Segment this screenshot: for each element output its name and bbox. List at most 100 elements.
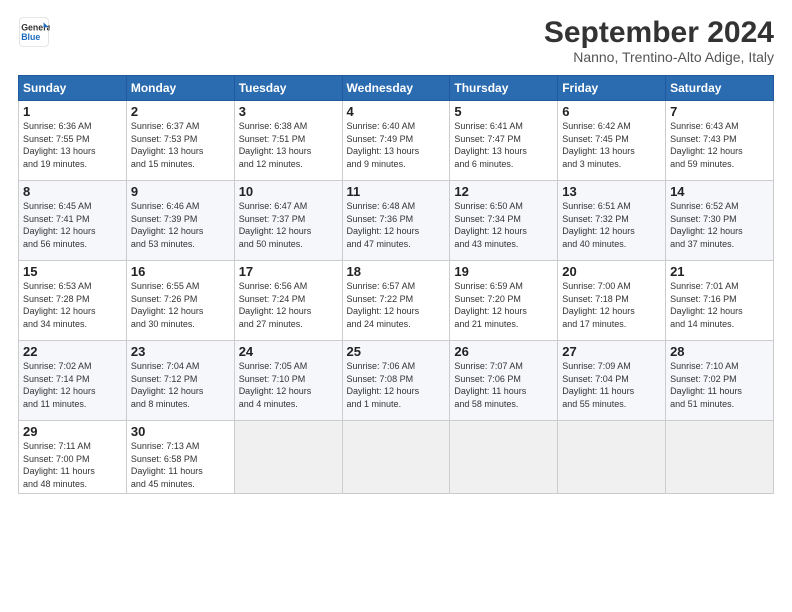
calendar-cell <box>558 421 666 494</box>
cell-info: Sunrise: 7:09 AM Sunset: 7:04 PM Dayligh… <box>562 360 661 410</box>
calendar-cell: 8Sunrise: 6:45 AM Sunset: 7:41 PM Daylig… <box>19 181 127 261</box>
day-number: 22 <box>23 344 122 359</box>
day-number: 3 <box>239 104 338 119</box>
header-row: Sunday Monday Tuesday Wednesday Thursday… <box>19 76 774 101</box>
cell-info: Sunrise: 6:50 AM Sunset: 7:34 PM Dayligh… <box>454 200 553 250</box>
day-number: 17 <box>239 264 338 279</box>
month-title: September 2024 <box>544 16 774 49</box>
day-number: 14 <box>670 184 769 199</box>
cell-info: Sunrise: 6:59 AM Sunset: 7:20 PM Dayligh… <box>454 280 553 330</box>
day-number: 2 <box>131 104 230 119</box>
calendar-cell: 21Sunrise: 7:01 AM Sunset: 7:16 PM Dayli… <box>666 261 774 341</box>
cell-info: Sunrise: 7:10 AM Sunset: 7:02 PM Dayligh… <box>670 360 769 410</box>
location: Nanno, Trentino-Alto Adige, Italy <box>544 49 774 65</box>
cell-info: Sunrise: 6:40 AM Sunset: 7:49 PM Dayligh… <box>347 120 446 170</box>
calendar-cell: 10Sunrise: 6:47 AM Sunset: 7:37 PM Dayli… <box>234 181 342 261</box>
day-number: 26 <box>454 344 553 359</box>
calendar-cell: 4Sunrise: 6:40 AM Sunset: 7:49 PM Daylig… <box>342 101 450 181</box>
calendar-cell <box>342 421 450 494</box>
calendar-cell: 24Sunrise: 7:05 AM Sunset: 7:10 PM Dayli… <box>234 341 342 421</box>
calendar-cell <box>666 421 774 494</box>
calendar-cell <box>234 421 342 494</box>
calendar-cell: 15Sunrise: 6:53 AM Sunset: 7:28 PM Dayli… <box>19 261 127 341</box>
cell-info: Sunrise: 7:01 AM Sunset: 7:16 PM Dayligh… <box>670 280 769 330</box>
svg-text:General: General <box>21 22 50 32</box>
day-number: 7 <box>670 104 769 119</box>
cell-info: Sunrise: 7:02 AM Sunset: 7:14 PM Dayligh… <box>23 360 122 410</box>
day-number: 12 <box>454 184 553 199</box>
day-number: 29 <box>23 424 122 439</box>
week-row: 1Sunrise: 6:36 AM Sunset: 7:55 PM Daylig… <box>19 101 774 181</box>
day-number: 4 <box>347 104 446 119</box>
day-number: 8 <box>23 184 122 199</box>
day-number: 28 <box>670 344 769 359</box>
day-number: 25 <box>347 344 446 359</box>
cell-info: Sunrise: 6:42 AM Sunset: 7:45 PM Dayligh… <box>562 120 661 170</box>
cell-info: Sunrise: 7:11 AM Sunset: 7:00 PM Dayligh… <box>23 440 122 490</box>
cell-info: Sunrise: 6:43 AM Sunset: 7:43 PM Dayligh… <box>670 120 769 170</box>
calendar-cell: 19Sunrise: 6:59 AM Sunset: 7:20 PM Dayli… <box>450 261 558 341</box>
calendar-cell: 29Sunrise: 7:11 AM Sunset: 7:00 PM Dayli… <box>19 421 127 494</box>
calendar-cell: 18Sunrise: 6:57 AM Sunset: 7:22 PM Dayli… <box>342 261 450 341</box>
col-saturday: Saturday <box>666 76 774 101</box>
day-number: 24 <box>239 344 338 359</box>
calendar-cell: 12Sunrise: 6:50 AM Sunset: 7:34 PM Dayli… <box>450 181 558 261</box>
cell-info: Sunrise: 7:05 AM Sunset: 7:10 PM Dayligh… <box>239 360 338 410</box>
calendar-cell <box>450 421 558 494</box>
cell-info: Sunrise: 7:06 AM Sunset: 7:08 PM Dayligh… <box>347 360 446 410</box>
day-number: 1 <box>23 104 122 119</box>
cell-info: Sunrise: 7:13 AM Sunset: 6:58 PM Dayligh… <box>131 440 230 490</box>
day-number: 18 <box>347 264 446 279</box>
calendar-cell: 22Sunrise: 7:02 AM Sunset: 7:14 PM Dayli… <box>19 341 127 421</box>
day-number: 27 <box>562 344 661 359</box>
calendar-cell: 13Sunrise: 6:51 AM Sunset: 7:32 PM Dayli… <box>558 181 666 261</box>
calendar-cell: 17Sunrise: 6:56 AM Sunset: 7:24 PM Dayli… <box>234 261 342 341</box>
day-number: 9 <box>131 184 230 199</box>
calendar-cell: 7Sunrise: 6:43 AM Sunset: 7:43 PM Daylig… <box>666 101 774 181</box>
cell-info: Sunrise: 6:48 AM Sunset: 7:36 PM Dayligh… <box>347 200 446 250</box>
cell-info: Sunrise: 7:07 AM Sunset: 7:06 PM Dayligh… <box>454 360 553 410</box>
day-number: 19 <box>454 264 553 279</box>
header: General Blue September 2024 Nanno, Trent… <box>18 16 774 65</box>
cell-info: Sunrise: 6:55 AM Sunset: 7:26 PM Dayligh… <box>131 280 230 330</box>
cell-info: Sunrise: 6:53 AM Sunset: 7:28 PM Dayligh… <box>23 280 122 330</box>
calendar-cell: 1Sunrise: 6:36 AM Sunset: 7:55 PM Daylig… <box>19 101 127 181</box>
col-thursday: Thursday <box>450 76 558 101</box>
col-sunday: Sunday <box>19 76 127 101</box>
calendar-cell: 6Sunrise: 6:42 AM Sunset: 7:45 PM Daylig… <box>558 101 666 181</box>
calendar-cell: 16Sunrise: 6:55 AM Sunset: 7:26 PM Dayli… <box>126 261 234 341</box>
cell-info: Sunrise: 6:46 AM Sunset: 7:39 PM Dayligh… <box>131 200 230 250</box>
calendar-page: General Blue September 2024 Nanno, Trent… <box>0 0 792 612</box>
calendar-cell: 26Sunrise: 7:07 AM Sunset: 7:06 PM Dayli… <box>450 341 558 421</box>
day-number: 20 <box>562 264 661 279</box>
week-row: 29Sunrise: 7:11 AM Sunset: 7:00 PM Dayli… <box>19 421 774 494</box>
calendar-cell: 5Sunrise: 6:41 AM Sunset: 7:47 PM Daylig… <box>450 101 558 181</box>
day-number: 10 <box>239 184 338 199</box>
calendar-cell: 27Sunrise: 7:09 AM Sunset: 7:04 PM Dayli… <box>558 341 666 421</box>
day-number: 15 <box>23 264 122 279</box>
cell-info: Sunrise: 6:38 AM Sunset: 7:51 PM Dayligh… <box>239 120 338 170</box>
day-number: 11 <box>347 184 446 199</box>
svg-text:Blue: Blue <box>21 32 40 42</box>
cell-info: Sunrise: 6:52 AM Sunset: 7:30 PM Dayligh… <box>670 200 769 250</box>
day-number: 13 <box>562 184 661 199</box>
cell-info: Sunrise: 6:41 AM Sunset: 7:47 PM Dayligh… <box>454 120 553 170</box>
week-row: 15Sunrise: 6:53 AM Sunset: 7:28 PM Dayli… <box>19 261 774 341</box>
cell-info: Sunrise: 7:04 AM Sunset: 7:12 PM Dayligh… <box>131 360 230 410</box>
calendar-cell: 25Sunrise: 7:06 AM Sunset: 7:08 PM Dayli… <box>342 341 450 421</box>
calendar-cell: 9Sunrise: 6:46 AM Sunset: 7:39 PM Daylig… <box>126 181 234 261</box>
col-friday: Friday <box>558 76 666 101</box>
cell-info: Sunrise: 6:36 AM Sunset: 7:55 PM Dayligh… <box>23 120 122 170</box>
calendar-cell: 14Sunrise: 6:52 AM Sunset: 7:30 PM Dayli… <box>666 181 774 261</box>
calendar-cell: 20Sunrise: 7:00 AM Sunset: 7:18 PM Dayli… <box>558 261 666 341</box>
calendar-cell: 11Sunrise: 6:48 AM Sunset: 7:36 PM Dayli… <box>342 181 450 261</box>
week-row: 22Sunrise: 7:02 AM Sunset: 7:14 PM Dayli… <box>19 341 774 421</box>
day-number: 5 <box>454 104 553 119</box>
col-monday: Monday <box>126 76 234 101</box>
cell-info: Sunrise: 6:47 AM Sunset: 7:37 PM Dayligh… <box>239 200 338 250</box>
calendar-table: Sunday Monday Tuesday Wednesday Thursday… <box>18 75 774 494</box>
calendar-cell: 3Sunrise: 6:38 AM Sunset: 7:51 PM Daylig… <box>234 101 342 181</box>
cell-info: Sunrise: 7:00 AM Sunset: 7:18 PM Dayligh… <box>562 280 661 330</box>
calendar-cell: 30Sunrise: 7:13 AM Sunset: 6:58 PM Dayli… <box>126 421 234 494</box>
col-wednesday: Wednesday <box>342 76 450 101</box>
